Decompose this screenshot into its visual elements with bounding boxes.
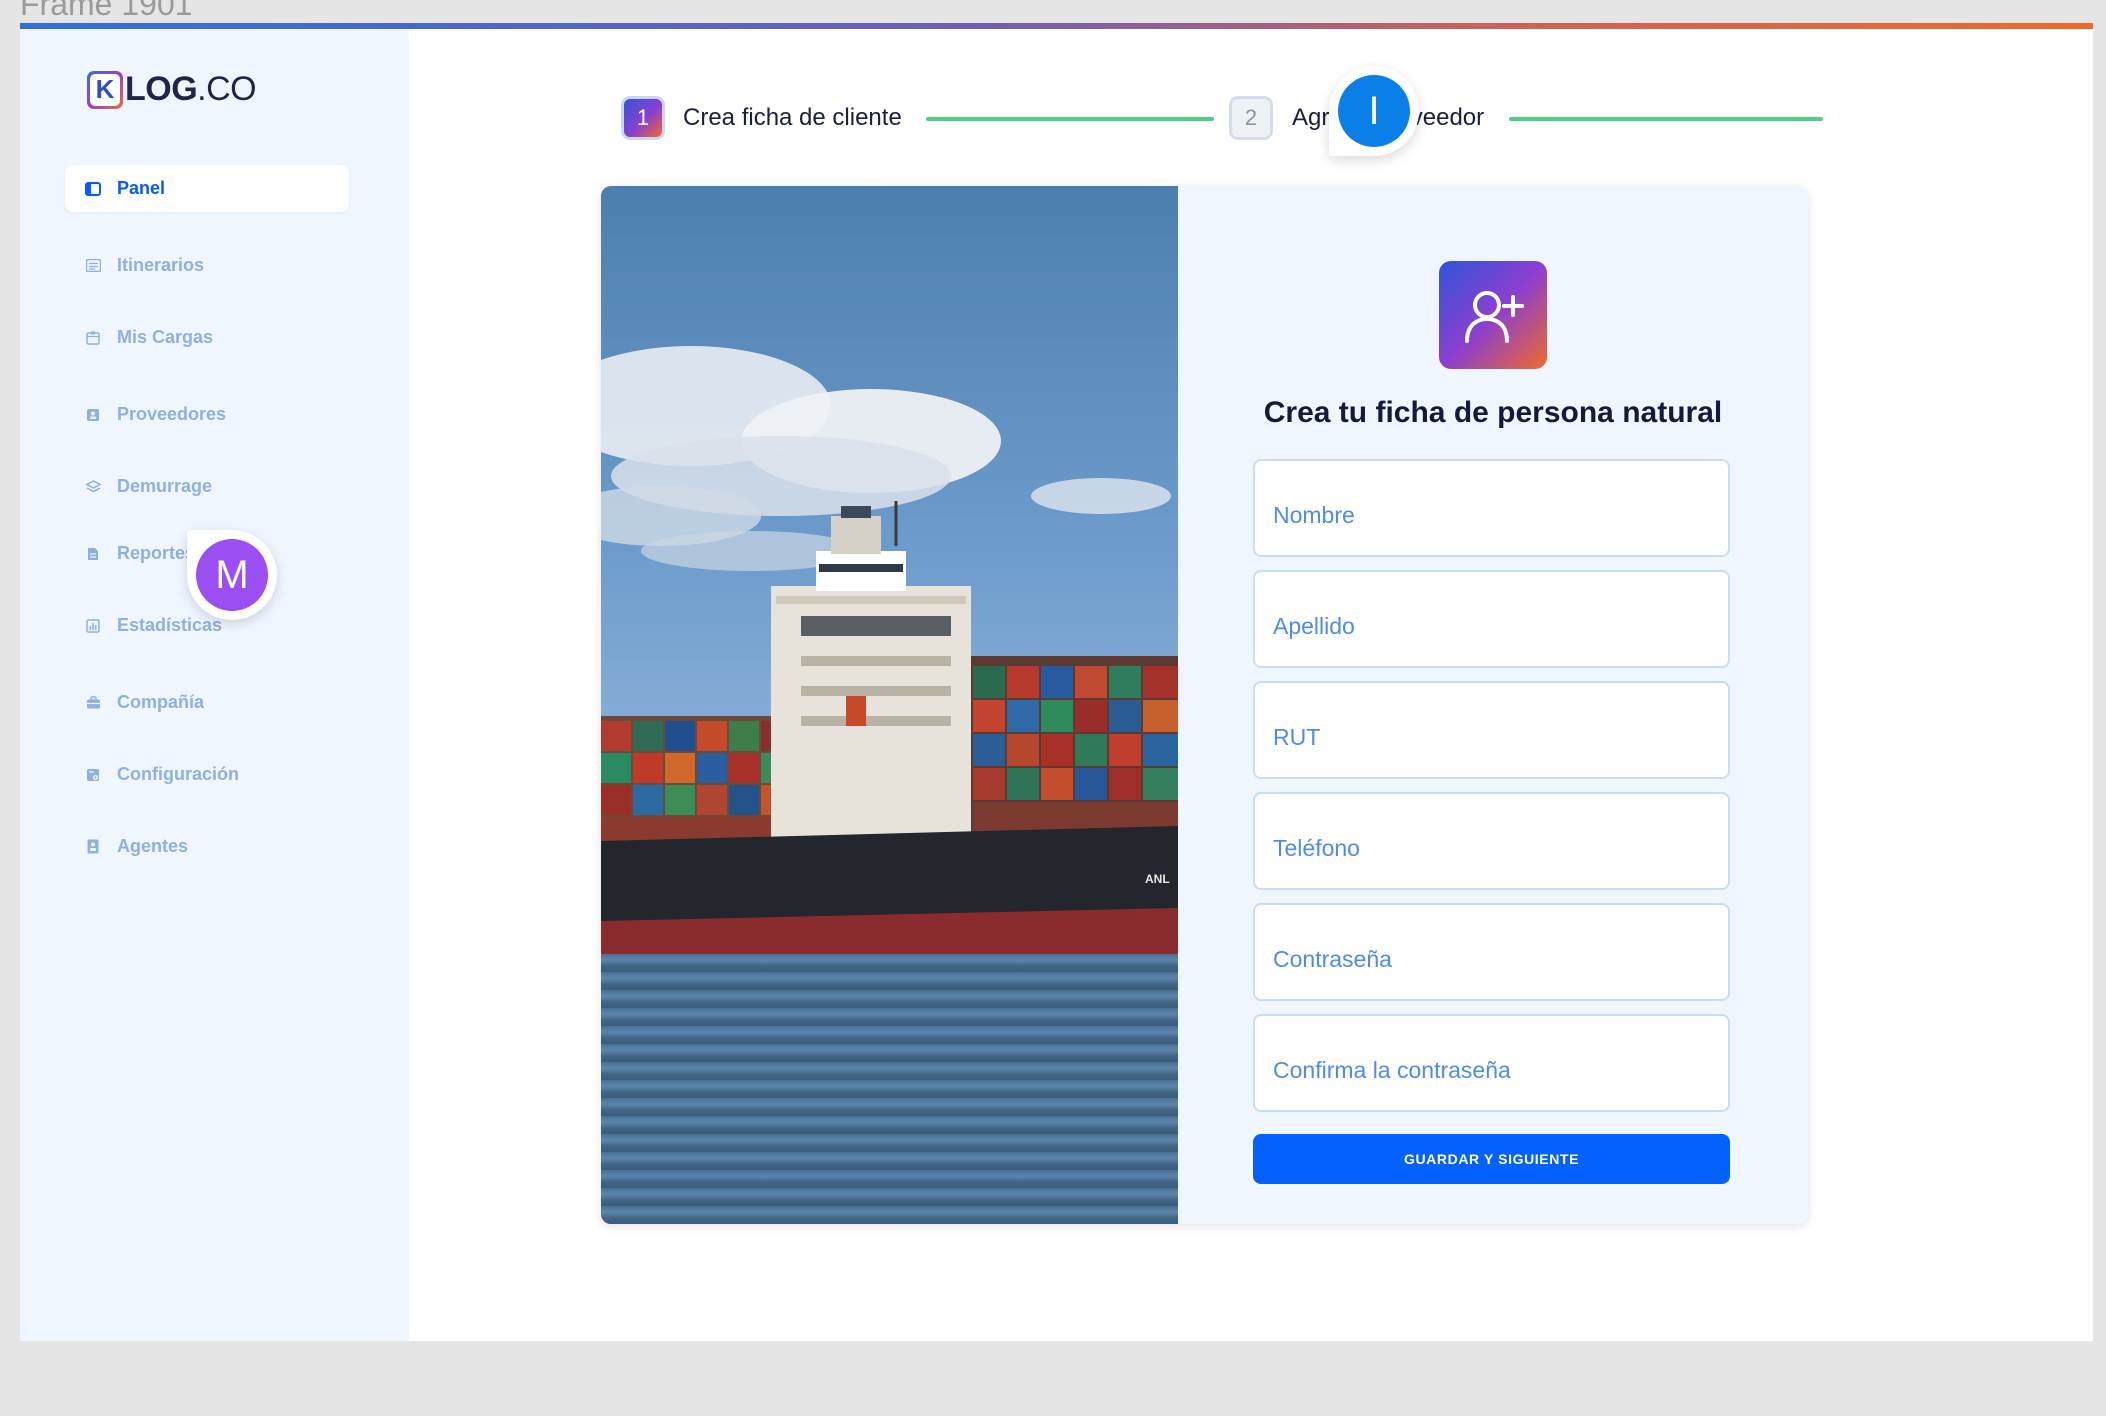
sidebar-item-agentes[interactable]: Agentes [65,823,349,870]
collaborator-avatar-m: M [187,530,277,620]
cargo-ship-photo: ANL [601,186,1178,1224]
sidebar-item-label: Compañía [117,692,205,712]
sidebar-item-configuracion[interactable]: Configuración [65,751,349,798]
panel-icon [85,181,101,197]
sidebar-item-label: Reportes [117,543,196,563]
frame-label: Frame 1901 [20,0,193,22]
field-contrasena[interactable] [1253,903,1730,1001]
company-icon [85,695,101,711]
step-connector-line-2 [1509,117,1823,121]
guardar-y-siguiente-button[interactable]: GUARDAR Y SIGUIENTE [1253,1134,1730,1184]
app-window: K LOG.CO Panel Itinerarios Mis Cargas Pr… [20,23,2093,1341]
step-2-number[interactable]: 2 [1229,96,1273,140]
apellido-input[interactable] [1255,572,1728,666]
telefono-input[interactable] [1255,794,1728,888]
sidebar-item-label: Proveedores [117,404,227,424]
sea-water [601,954,1178,1224]
sidebar-item-panel[interactable]: Panel [65,165,349,212]
sidebar-item-label: Mis Cargas [117,327,214,347]
add-user-icon [1439,261,1547,369]
field-telefono[interactable] [1253,792,1730,890]
sidebar-item-demurrage[interactable]: Demurrage [65,463,349,510]
supplier-icon [85,407,101,423]
field-nombre[interactable] [1253,459,1730,557]
report-icon [85,546,101,562]
contrasena-input[interactable] [1255,905,1728,999]
logo-text: LOG.CO [125,70,257,108]
sidebar-item-label: Panel [117,178,166,198]
form-title: Crea tu ficha de persona natural [1263,396,1723,429]
sidebar-item-label: Demurrage [117,476,213,496]
sidebar-item-label: Agentes [117,836,189,856]
svg-text:ANL: ANL [1145,872,1170,886]
sidebar-item-proveedores[interactable]: Proveedores [65,391,349,438]
step-1-number[interactable]: 1 [621,96,665,140]
itinerary-icon [85,258,101,274]
field-apellido[interactable] [1253,570,1730,668]
progress-stepper: 1 Crea ficha de cliente 2 Agrega proveed… [603,96,1823,146]
field-confirma-contrasena[interactable] [1253,1014,1730,1112]
cargo-icon [85,330,101,346]
avatar-initial: I [1338,75,1410,147]
agents-icon [85,839,101,855]
collaborator-avatar-i: I [1329,66,1419,156]
brand-logo[interactable]: K LOG.CO [87,70,257,109]
stats-icon [85,618,101,634]
sidebar-item-label: Itinerarios [117,255,205,275]
sidebar-item-label: Estadísticas [117,615,223,635]
sidebar-item-mis-cargas[interactable]: Mis Cargas [65,314,349,361]
sidebar-item-compania[interactable]: Compañía [65,679,349,726]
sidebar-item-label: Configuración [117,764,239,784]
step-connector-line [926,117,1214,121]
settings-icon [85,767,101,783]
confirma-contrasena-input[interactable] [1255,1016,1728,1110]
avatar-initial: M [196,539,268,611]
signup-form: Crea tu ficha de persona natural GUARDAR… [1178,186,1808,1224]
demurrage-icon [85,479,101,495]
sidebar: K LOG.CO Panel Itinerarios Mis Cargas Pr… [20,29,409,1341]
rut-input[interactable] [1255,683,1728,777]
logo-mark-icon: K [87,70,123,109]
nombre-input[interactable] [1255,461,1728,555]
sidebar-item-itinerarios[interactable]: Itinerarios [65,242,349,289]
step-1-label[interactable]: Crea ficha de cliente [683,104,902,132]
signup-card: ANL Crea tu ficha de persona natural Nom… [601,186,1808,1224]
field-rut[interactable] [1253,681,1730,779]
